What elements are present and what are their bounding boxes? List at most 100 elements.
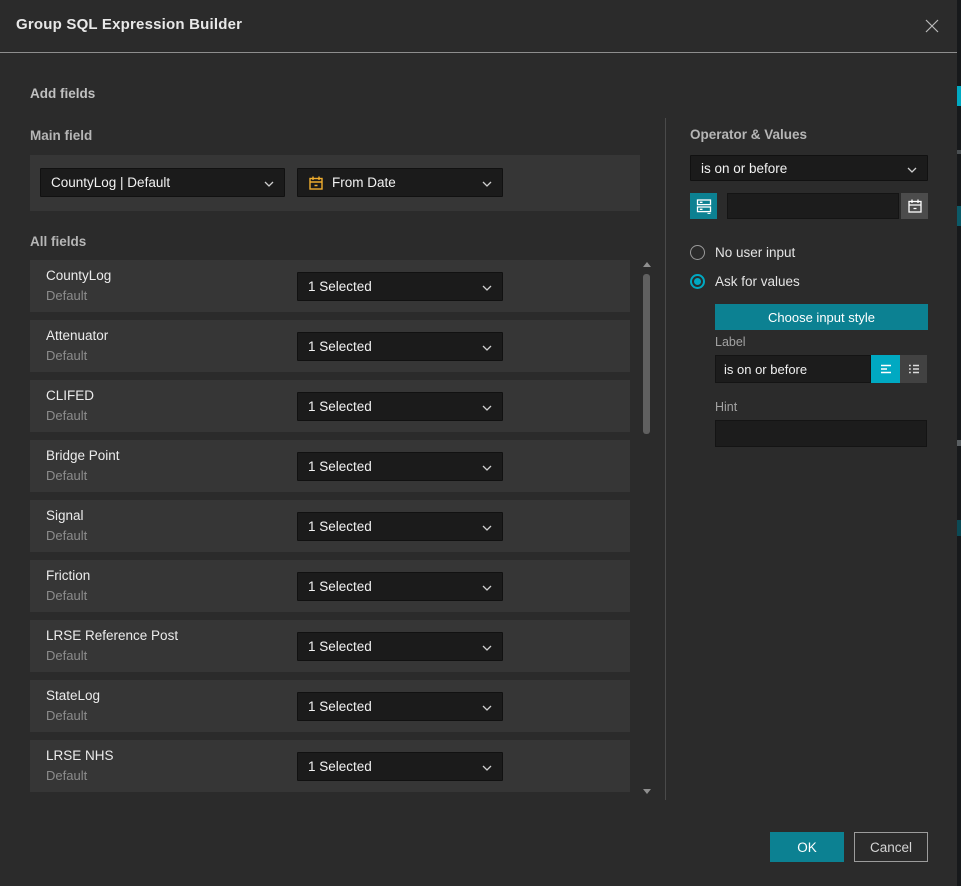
field-value-select[interactable]: 1 Selected <box>297 752 503 781</box>
cancel-button[interactable]: Cancel <box>854 832 928 862</box>
chevron-down-icon <box>482 639 492 654</box>
field-name: LRSE NHS <box>46 748 114 763</box>
chevron-down-icon <box>482 759 492 774</box>
field-value-select[interactable]: 1 Selected <box>297 392 503 421</box>
field-name: CLIFED <box>46 388 94 403</box>
bullet-list-toggle-button[interactable] <box>900 355 927 383</box>
chevron-down-icon <box>482 399 492 414</box>
ok-button[interactable]: OK <box>770 832 844 862</box>
radio-ask-for-values-label: Ask for values <box>715 274 800 289</box>
field-value-select-value: 1 Selected <box>308 399 476 414</box>
panel-divider <box>665 118 666 800</box>
field-source: Default <box>46 528 87 543</box>
all-fields-label: All fields <box>30 234 86 249</box>
chevron-down-icon <box>482 579 492 594</box>
date-value-input[interactable] <box>727 193 899 219</box>
field-source: Default <box>46 768 87 783</box>
list-scrollbar[interactable] <box>641 260 651 796</box>
radio-no-user-input[interactable]: No user input <box>690 245 795 260</box>
field-row: StateLog Default 1 Selected <box>30 680 630 732</box>
field-name: Bridge Point <box>46 448 120 463</box>
field-value-select-value: 1 Selected <box>308 699 476 714</box>
operator-values-heading: Operator & Values <box>690 127 807 142</box>
operator-select-value: is on or before <box>701 161 901 176</box>
chevron-down-icon <box>482 459 492 474</box>
field-value-select[interactable]: 1 Selected <box>297 452 503 481</box>
field-source: Default <box>46 468 87 483</box>
field-row: Signal Default 1 Selected <box>30 500 630 552</box>
chevron-down-icon <box>482 519 492 534</box>
radio-no-user-input-label: No user input <box>715 245 795 260</box>
field-name: Signal <box>46 508 84 523</box>
calendar-icon <box>308 175 324 191</box>
chevron-down-icon <box>482 279 492 294</box>
radio-ask-for-values[interactable]: Ask for values <box>690 274 800 289</box>
field-row: Bridge Point Default 1 Selected <box>30 440 630 492</box>
hint-caption: Hint <box>715 400 737 414</box>
field-row: LRSE Reference Post Default 1 Selected <box>30 620 630 672</box>
align-left-icon <box>878 361 894 377</box>
unique-values-button[interactable] <box>690 193 717 219</box>
scroll-up-arrow-icon[interactable] <box>643 262 651 267</box>
scrollbar-thumb[interactable] <box>643 274 650 434</box>
chevron-down-icon <box>482 699 492 714</box>
group-sql-expression-builder-dialog: Group SQL Expression Builder Add fields … <box>0 0 961 886</box>
chevron-down-icon <box>482 175 492 190</box>
field-value-select[interactable]: 1 Selected <box>297 692 503 721</box>
field-source: Default <box>46 348 87 363</box>
field-source: Default <box>46 708 87 723</box>
chevron-down-icon <box>264 175 274 190</box>
operator-select[interactable]: is on or before <box>690 155 928 181</box>
field-value-select-value: 1 Selected <box>308 279 476 294</box>
title-separator <box>0 52 961 53</box>
field-source: Default <box>46 408 87 423</box>
label-input[interactable] <box>715 355 871 383</box>
field-row: CountyLog Default 1 Selected <box>30 260 630 312</box>
field-value-select-value: 1 Selected <box>308 459 476 474</box>
field-value-select[interactable]: 1 Selected <box>297 512 503 541</box>
field-value-select-value: 1 Selected <box>308 639 476 654</box>
stacked-values-icon <box>695 197 713 215</box>
field-row: Friction Default 1 Selected <box>30 560 630 612</box>
close-icon <box>923 17 941 35</box>
background-app-edge <box>957 0 961 886</box>
field-row: CLIFED Default 1 Selected <box>30 380 630 432</box>
all-fields-list: CountyLog Default 1 Selected Attenuator … <box>30 260 630 792</box>
main-field-label: Main field <box>30 128 92 143</box>
main-layer-select[interactable]: CountyLog | Default <box>40 168 285 197</box>
field-value-select-value: 1 Selected <box>308 519 476 534</box>
calendar-icon <box>907 198 923 214</box>
field-value-select-value: 1 Selected <box>308 339 476 354</box>
field-name: CountyLog <box>46 268 111 283</box>
field-value-select[interactable]: 1 Selected <box>297 272 503 301</box>
main-layer-select-value: CountyLog | Default <box>51 175 258 190</box>
field-source: Default <box>46 288 87 303</box>
field-row: Attenuator Default 1 Selected <box>30 320 630 372</box>
field-source: Default <box>46 588 87 603</box>
add-fields-heading: Add fields <box>30 86 95 101</box>
radio-circle-unselected <box>690 245 705 260</box>
field-value-select[interactable]: 1 Selected <box>297 332 503 361</box>
scroll-down-arrow-icon[interactable] <box>643 789 651 794</box>
field-value-select-value: 1 Selected <box>308 759 476 774</box>
field-source: Default <box>46 648 87 663</box>
radio-circle-selected <box>690 274 705 289</box>
single-line-toggle-button[interactable] <box>871 355 900 383</box>
bullet-list-icon <box>906 361 922 377</box>
chevron-down-icon <box>907 161 917 176</box>
close-button[interactable] <box>921 15 943 37</box>
field-value-select[interactable]: 1 Selected <box>297 572 503 601</box>
field-name: Friction <box>46 568 90 583</box>
main-field-select[interactable]: From Date <box>297 168 503 197</box>
field-name: LRSE Reference Post <box>46 628 178 643</box>
field-name: Attenuator <box>46 328 108 343</box>
chevron-down-icon <box>482 339 492 354</box>
field-value-select[interactable]: 1 Selected <box>297 632 503 661</box>
label-caption: Label <box>715 335 746 349</box>
field-name: StateLog <box>46 688 100 703</box>
field-row: LRSE NHS Default 1 Selected <box>30 740 630 792</box>
date-picker-button[interactable] <box>901 193 928 219</box>
choose-input-style-button[interactable]: Choose input style <box>715 304 928 330</box>
dialog-titlebar: Group SQL Expression Builder <box>0 0 961 52</box>
hint-input[interactable] <box>715 420 927 447</box>
